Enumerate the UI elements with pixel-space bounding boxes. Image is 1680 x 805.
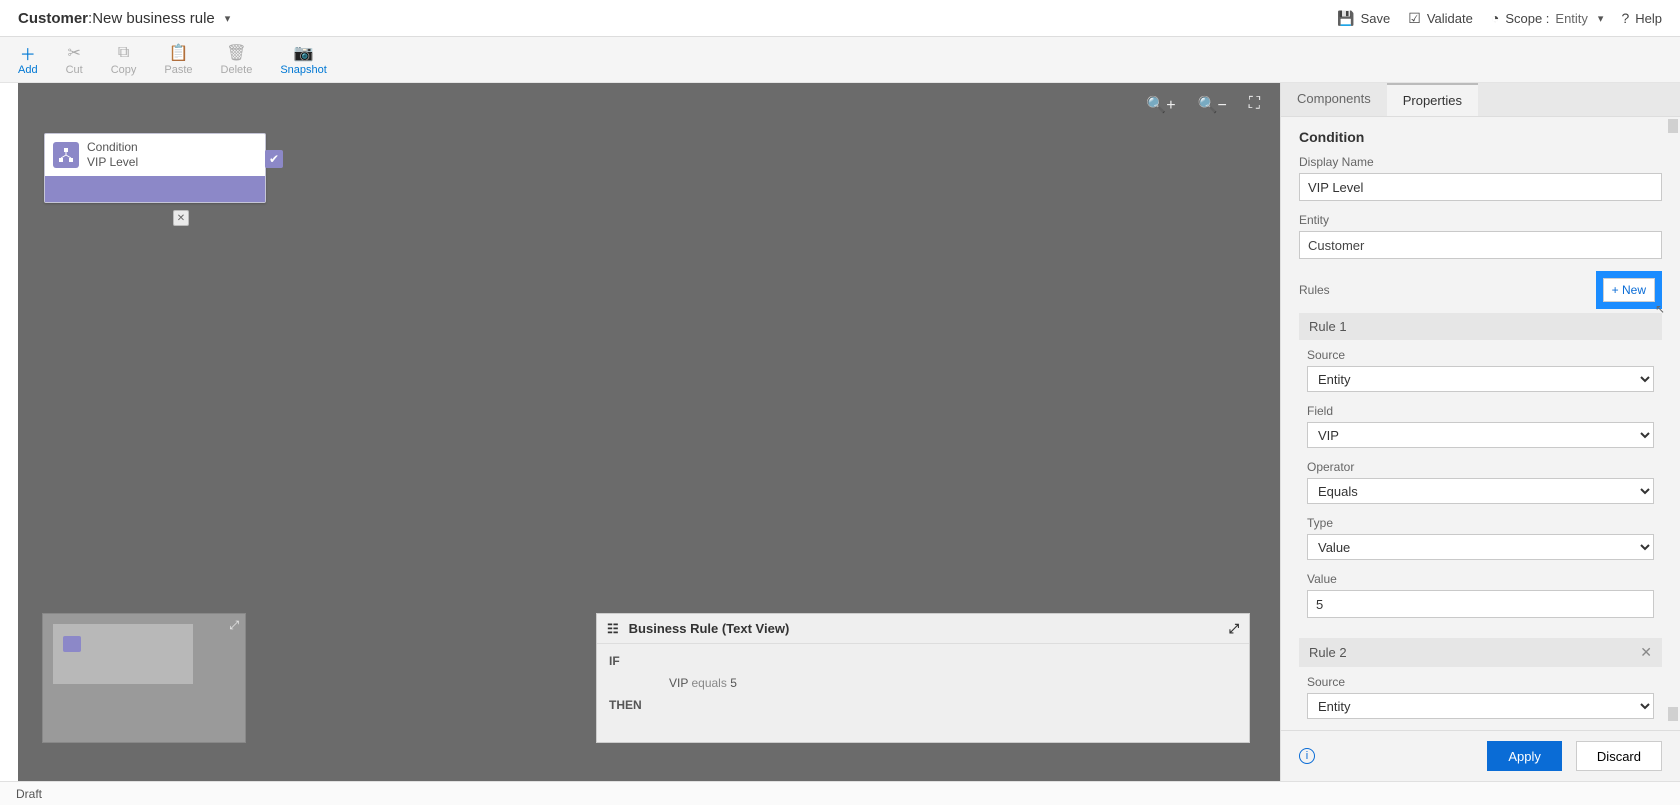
workspace: 🔍+ 🔍− ⛶ Condition VIP Level ✔ ✕ ⤢ [0,83,1680,781]
display-name-label: Display Name [1299,155,1662,169]
side-panel: Components Properties Condition Display … [1280,83,1680,781]
save-button[interactable]: 💾 Save [1337,10,1390,27]
condition-text: VIP equals 5 [669,676,737,690]
scope-label: Scope : [1505,11,1549,26]
textview-title: Business Rule (Text View) [629,621,790,636]
new-rule-button[interactable]: + New [1603,278,1655,302]
apply-button[interactable]: Apply [1487,741,1562,771]
rule1-value-label: Value [1307,572,1654,586]
zoom-out-icon[interactable]: 🔍− [1198,95,1227,115]
entity-label: Entity [1299,213,1662,227]
rule2-title: Rule 2 [1309,645,1347,660]
entity-input [1299,231,1662,259]
status-text: Draft [16,787,42,801]
rule2-source-label: Source [1307,675,1654,689]
rule1-header[interactable]: Rule 1 [1299,313,1662,340]
title-area[interactable]: Customer:New business rule ▾ [18,10,230,27]
rule2-source-select[interactable]: Entity [1307,693,1654,719]
minimap[interactable]: ⤢ [42,613,246,743]
cut-label: Cut [66,64,83,76]
validate-label: Validate [1427,11,1473,26]
rule2-header[interactable]: Rule 2 ✕ [1299,638,1662,667]
scroll-down-icon[interactable] [1668,707,1678,721]
plus-icon: ＋ [20,44,36,62]
save-label: Save [1361,11,1391,26]
rule1-source-label: Source [1307,348,1654,362]
node-action-slot[interactable] [45,176,265,202]
scope-value: Entity [1555,11,1588,26]
save-icon: 💾 [1337,10,1354,27]
rules-label: Rules [1299,283,1330,297]
textview-icon: ☷ [607,621,619,637]
expand-icon[interactable]: ⤢ [229,618,239,633]
help-icon: ? [1621,10,1629,26]
cut-button[interactable]: ✂ Cut [66,44,83,76]
textview-panel: ☷ Business Rule (Text View) ⤢ IF VIP equ… [596,613,1250,743]
snapshot-button[interactable]: 📷 Snapshot [280,44,326,76]
canvas[interactable]: 🔍+ 🔍− ⛶ Condition VIP Level ✔ ✕ ⤢ [18,83,1280,781]
cut-icon: ✂ [67,44,80,62]
rule1-source-select[interactable]: Entity [1307,366,1654,392]
add-label: Add [18,64,38,76]
rule1-type-select[interactable]: Value [1307,534,1654,560]
copy-button[interactable]: ⧉ Copy [111,44,137,76]
rule1-type-label: Type [1307,516,1654,530]
properties-form: Condition Display Name Entity Rules + Ne… [1281,117,1680,730]
snapshot-label: Snapshot [280,64,326,76]
new-rule-highlight: + New ↖ [1596,271,1662,309]
copy-label: Copy [111,64,137,76]
if-keyword: IF [609,654,649,668]
fit-icon[interactable]: ⛶ [1249,95,1260,115]
condition-node[interactable]: Condition VIP Level ✔ ✕ [44,133,266,203]
chevron-down-icon: ▾ [1598,12,1604,25]
help-label: Help [1635,11,1662,26]
scope-icon: ◔ [1491,10,1499,26]
copy-icon: ⧉ [118,44,129,62]
validate-icon: ☑ [1408,10,1421,27]
close-icon[interactable]: ✕ [173,210,189,226]
rule1-value-input[interactable] [1307,590,1654,618]
tab-components[interactable]: Components [1281,83,1387,116]
toolbar: ＋ Add ✂ Cut ⧉ Copy 📋 Paste 🗑 Delete 📷 Sn… [0,37,1680,83]
delete-icon: 🗑 [226,44,246,62]
header-bar: Customer:New business rule ▾ 💾 Save ☑ Va… [0,0,1680,37]
scrollbar[interactable] [1668,119,1678,721]
scope-dropdown[interactable]: ◔ Scope : Entity ▾ [1491,10,1604,26]
condition-icon [53,142,79,168]
paste-button[interactable]: 📋 Paste [164,44,192,76]
chevron-down-icon[interactable]: ▾ [225,12,231,25]
then-keyword: THEN [609,698,649,712]
node-name: VIP Level [87,155,138,170]
rule-title: New business rule [92,10,215,27]
zoom-in-icon[interactable]: 🔍+ [1146,95,1175,115]
display-name-input[interactable] [1299,173,1662,201]
tab-properties[interactable]: Properties [1387,83,1478,116]
section-heading: Condition [1299,129,1662,145]
rule1-title: Rule 1 [1309,319,1347,334]
camera-icon: 📷 [294,44,314,62]
expand-icon[interactable]: ⤢ [1229,621,1239,637]
help-button[interactable]: ? Help [1621,10,1662,26]
minimap-viewport[interactable] [53,624,193,684]
delete-label: Delete [221,64,253,76]
node-type: Condition [87,140,138,155]
rule1-field-select[interactable]: VIP [1307,422,1654,448]
rule1-field-label: Field [1307,404,1654,418]
paste-label: Paste [164,64,192,76]
validate-button[interactable]: ☑ Validate [1408,10,1473,27]
paste-icon: 📋 [169,44,189,62]
delete-button[interactable]: 🗑 Delete [221,44,253,76]
status-bar: Draft [0,781,1680,805]
rule1-operator-select[interactable]: Equals [1307,478,1654,504]
info-icon[interactable]: i [1299,748,1315,764]
discard-button[interactable]: Discard [1576,741,1662,771]
check-icon[interactable]: ✔ [265,150,283,168]
entity-name: Customer [18,10,88,27]
add-button[interactable]: ＋ Add [18,44,38,76]
scroll-up-icon[interactable] [1668,119,1678,133]
rule1-operator-label: Operator [1307,460,1654,474]
minimap-node-icon [63,636,81,652]
close-icon[interactable]: ✕ [1640,644,1652,661]
